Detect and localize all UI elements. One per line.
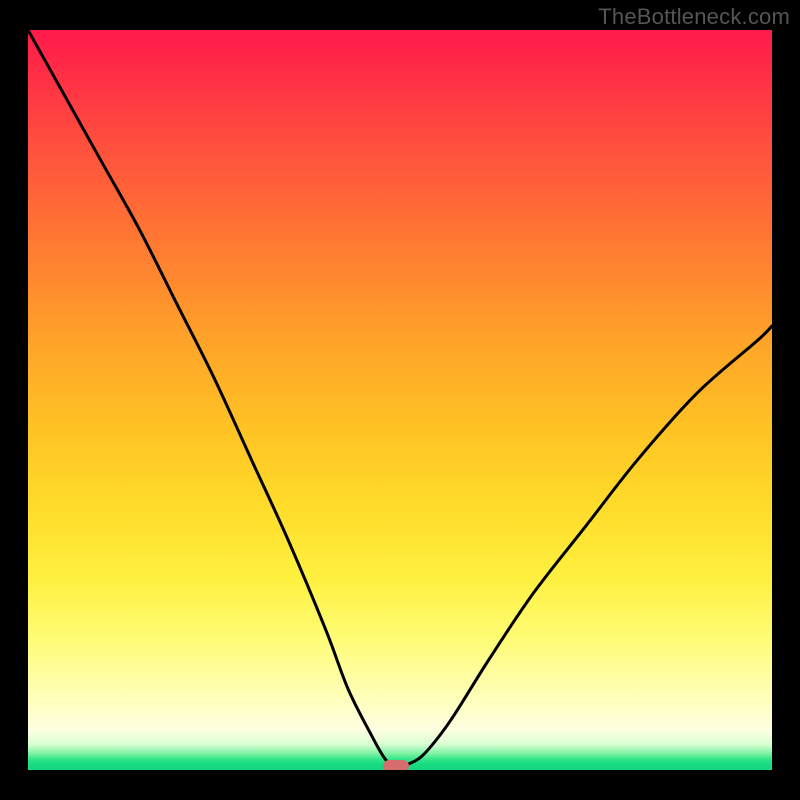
bottleneck-curve — [28, 30, 772, 770]
watermark-text: TheBottleneck.com — [598, 4, 790, 30]
chart-frame: TheBottleneck.com — [0, 0, 800, 800]
plot-area — [28, 30, 772, 770]
minimum-marker — [383, 760, 409, 770]
